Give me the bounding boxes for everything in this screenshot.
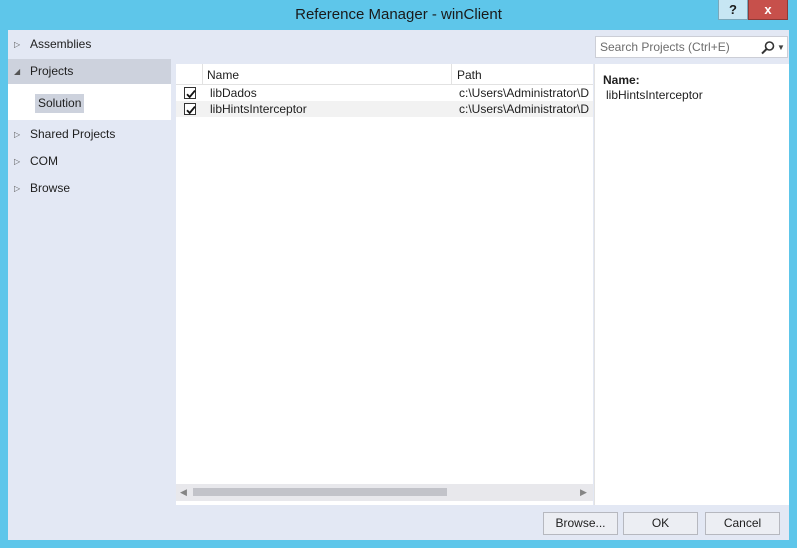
table-row[interactable]: libDados c:\Users\Administrator\D — [176, 85, 593, 101]
category-sidebar: ▷ Assemblies ◢ Projects Solution ▷ Share… — [8, 30, 176, 505]
row-path: c:\Users\Administrator\D — [459, 86, 590, 100]
details-name-value: libHintsInterceptor — [606, 88, 703, 102]
nav-item-label: Assemblies — [30, 37, 92, 51]
nav-item-com[interactable]: ▷ COM — [8, 149, 171, 174]
table-row[interactable]: libHintsInterceptor c:\Users\Administrat… — [176, 101, 593, 117]
row-name: libHintsInterceptor — [210, 102, 307, 116]
column-header-path[interactable]: Path — [457, 68, 482, 82]
details-panel: Name: libHintsInterceptor — [594, 64, 789, 505]
project-list: Name Path libDados c:\Users\Administrato… — [176, 64, 593, 505]
nav-item-browse[interactable]: ▷ Browse — [8, 176, 171, 201]
expand-arrow-icon[interactable]: ▷ — [14, 32, 24, 57]
browse-button[interactable]: Browse... — [543, 512, 618, 535]
title-bar[interactable]: Reference Manager - winClient ? x — [0, 0, 797, 30]
row-path: c:\Users\Administrator\D — [459, 102, 590, 116]
cancel-button[interactable]: Cancel — [705, 512, 780, 535]
check-icon — [186, 106, 196, 115]
close-button[interactable]: x — [748, 0, 788, 20]
expand-arrow-icon[interactable]: ▷ — [14, 149, 24, 174]
column-header-name[interactable]: Name — [207, 68, 239, 82]
nav-item-label: Browse — [30, 181, 71, 195]
collapse-arrow-icon[interactable]: ◢ — [14, 59, 24, 84]
column-divider[interactable] — [202, 64, 203, 85]
reference-manager-window: Reference Manager - winClient ? x ▷ Asse… — [0, 0, 797, 548]
nav-item-label: Shared Projects — [30, 127, 116, 141]
chevron-down-icon[interactable]: ▼ — [777, 40, 785, 56]
row-checkbox[interactable] — [184, 103, 196, 115]
nav-item-projects[interactable]: ◢ Projects — [8, 59, 171, 84]
search-input[interactable] — [600, 39, 755, 55]
search-box[interactable]: ▼ — [595, 36, 788, 58]
nav-item-assemblies[interactable]: ▷ Assemblies — [8, 32, 171, 57]
expand-arrow-icon[interactable]: ▷ — [14, 122, 24, 147]
row-checkbox[interactable] — [184, 87, 196, 99]
nav-item-label: COM — [30, 154, 58, 168]
projects-subpanel: Solution — [8, 84, 171, 120]
list-header: Name Path — [176, 64, 593, 85]
nav-item-shared-projects[interactable]: ▷ Shared Projects — [8, 122, 171, 147]
check-icon — [186, 90, 196, 99]
scroll-right-icon[interactable]: ▶ — [580, 487, 587, 498]
dialog-body: ▷ Assemblies ◢ Projects Solution ▷ Share… — [8, 30, 789, 540]
scrollbar-thumb[interactable] — [193, 488, 447, 496]
scroll-left-icon[interactable]: ◀ — [180, 487, 187, 498]
nav-item-label: Projects — [30, 64, 74, 78]
window-title: Reference Manager - winClient — [295, 6, 502, 23]
horizontal-scrollbar[interactable]: ◀ ▶ — [176, 484, 593, 501]
column-divider[interactable] — [451, 64, 452, 85]
nav-subitem-solution[interactable]: Solution — [35, 94, 85, 113]
help-button[interactable]: ? — [718, 0, 748, 20]
ok-button[interactable]: OK — [623, 512, 698, 535]
details-name-label: Name: — [603, 73, 640, 87]
search-icon[interactable] — [760, 40, 776, 56]
row-name: libDados — [210, 86, 257, 100]
expand-arrow-icon[interactable]: ▷ — [14, 176, 24, 201]
